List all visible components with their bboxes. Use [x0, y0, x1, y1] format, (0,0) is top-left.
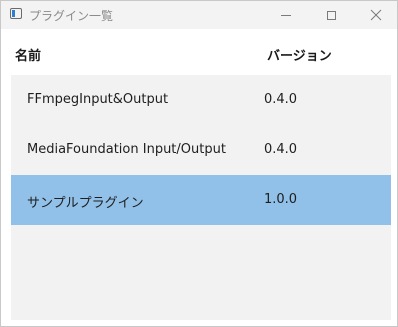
maximize-button[interactable]	[308, 1, 354, 29]
column-header-version[interactable]: バージョン	[267, 45, 332, 64]
minimize-button[interactable]	[263, 1, 309, 29]
plugin-version: 1.0.0	[264, 192, 298, 207]
close-button[interactable]	[353, 1, 398, 29]
plugin-name: FFmpegInput&Output	[27, 92, 169, 107]
plugin-list-window: プラグイン一覧 名前 バージョン FFmpegInput&Output 0.4.…	[0, 0, 398, 327]
table-row[interactable]: MediaFoundation Input/Output 0.4.0	[11, 125, 391, 175]
table-row-selected[interactable]: サンプルプラグイン 1.0.0	[11, 175, 391, 225]
app-window-icon	[10, 8, 22, 19]
plugin-version: 0.4.0	[264, 142, 298, 157]
maximize-icon	[326, 10, 336, 20]
table-row[interactable]: FFmpegInput&Output 0.4.0	[11, 75, 391, 125]
table-header: 名前 バージョン	[1, 29, 397, 75]
window-title: プラグイン一覧	[29, 9, 114, 23]
plugin-list[interactable]: FFmpegInput&Output 0.4.0 MediaFoundation…	[11, 75, 391, 320]
close-icon	[370, 9, 382, 21]
plugin-name: MediaFoundation Input/Output	[27, 142, 226, 157]
title-bar[interactable]: プラグイン一覧	[1, 1, 397, 29]
plugin-name: サンプルプラグイン	[27, 196, 144, 211]
column-header-name[interactable]: 名前	[15, 45, 41, 64]
plugin-version: 0.4.0	[264, 92, 298, 107]
minimize-icon	[281, 14, 291, 16]
